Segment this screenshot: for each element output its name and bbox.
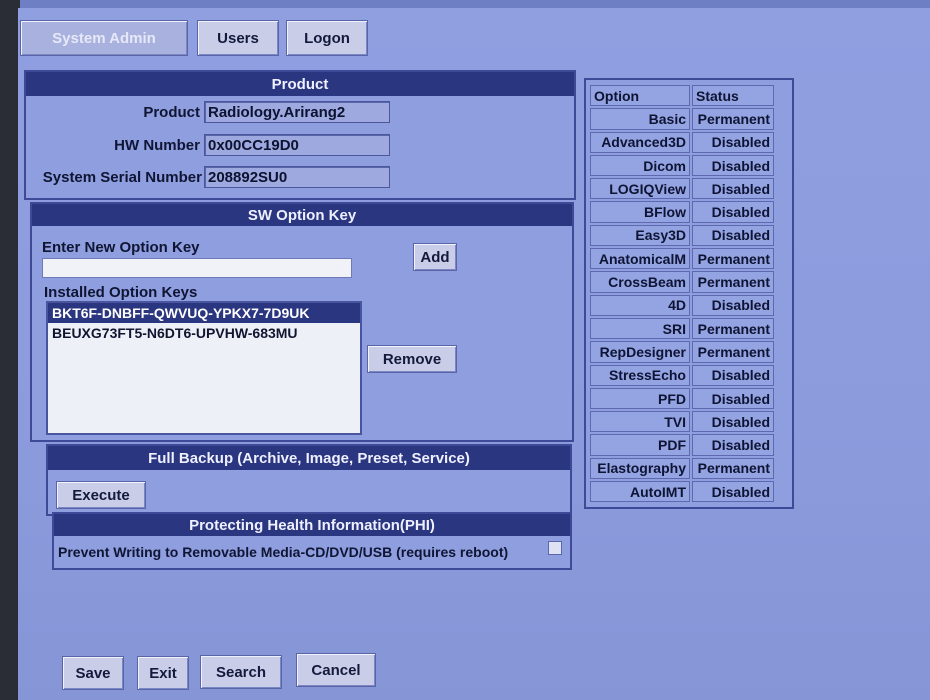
option-name-cell: PFD (590, 387, 690, 410)
table-row: AnatomicalM Permanent (589, 247, 789, 270)
option-status-cell: Disabled (692, 131, 774, 153)
execute-button[interactable]: Execute (56, 481, 146, 509)
serial-number-label: System Serial Number (42, 169, 202, 186)
tab-users[interactable]: Users (197, 20, 279, 56)
sw-option-key-title: SW Option Key (32, 204, 572, 226)
table-row: Dicom Disabled (589, 154, 789, 177)
table-row: Advanced3D Disabled (589, 131, 789, 154)
table-row: BFlow Disabled (589, 200, 789, 223)
option-status-cell: Permanent (692, 108, 774, 130)
exit-button[interactable]: Exit (137, 656, 189, 690)
option-key-input[interactable] (42, 258, 352, 278)
phi-panel: Protecting Health Information(PHI) (52, 512, 572, 570)
table-row: CrossBeam Permanent (589, 270, 789, 293)
table-row: PFD Disabled (589, 387, 789, 410)
save-button[interactable]: Save (62, 656, 124, 690)
option-name-cell: PDF (590, 434, 690, 456)
cancel-button[interactable]: Cancel (296, 653, 376, 687)
remove-button[interactable]: Remove (367, 345, 457, 373)
table-row: LOGIQView Disabled (589, 177, 789, 200)
option-rows: Basic Permanent Advanced3D Disabled Dicom Dis… (589, 107, 789, 503)
option-name-cell: AutoIMT (590, 481, 690, 503)
option-name-cell: StressEcho (590, 364, 690, 386)
list-item[interactable]: BKT6F-DNBFF-QWVUQ-YPKX7-7D9UK (48, 303, 360, 323)
table-row: TVI Disabled (589, 410, 789, 433)
option-status-cell: Disabled (692, 294, 774, 316)
tab-logon[interactable]: Logon (286, 20, 368, 56)
option-status-cell: Permanent (692, 341, 774, 363)
hw-number-label: HW Number (114, 137, 200, 154)
table-row: 4D Disabled (589, 294, 789, 317)
option-name-cell: 4D (590, 294, 690, 316)
phi-title: Protecting Health Information(PHI) (54, 514, 570, 536)
tab-system-admin[interactable]: System Admin (20, 20, 188, 56)
installed-option-keys-label: Installed Option Keys (44, 284, 198, 301)
serial-number-field: 208892SU0 (204, 166, 390, 188)
installed-keys-list[interactable]: BKT6F-DNBFF-QWVUQ-YPKX7-7D9UK BEUXG73FT5… (46, 301, 362, 435)
option-status-cell: Disabled (692, 224, 774, 247)
table-row: StressEcho Disabled (589, 364, 789, 387)
option-name-cell: BFlow (590, 201, 690, 223)
option-status-cell: Disabled (692, 387, 774, 410)
option-name-cell: Dicom (590, 154, 690, 177)
option-name-cell: CrossBeam (590, 271, 690, 293)
option-name-cell: Elastography (590, 457, 690, 480)
option-name-cell: Basic (590, 108, 690, 130)
product-title: Product (26, 72, 574, 96)
option-header: Option (590, 85, 690, 107)
option-status-cell: Disabled (692, 481, 774, 503)
prevent-writing-label: Prevent Writing to Removable Media-CD/DV… (58, 544, 509, 560)
option-status-cell: Disabled (692, 201, 774, 223)
option-name-cell: SRI (590, 317, 690, 340)
option-status-cell: Permanent (692, 317, 774, 340)
table-row: SRI Permanent (589, 317, 789, 340)
hw-number-field: 0x00CC19D0 (204, 134, 390, 156)
full-backup-title: Full Backup (Archive, Image, Preset, Ser… (48, 446, 570, 470)
option-name-cell: Advanced3D (590, 131, 690, 153)
table-row: AutoIMT Disabled (589, 480, 789, 503)
table-row: Basic Permanent (589, 107, 789, 130)
option-status-cell: Disabled (692, 411, 774, 433)
option-table-header: Option Status (589, 84, 789, 107)
option-status-cell: Disabled (692, 154, 774, 177)
option-status-cell: Disabled (692, 434, 774, 456)
option-status-table: Option Status Basic Permanent Advanced3D Di… (584, 78, 794, 510)
option-status-cell: Permanent (692, 457, 774, 480)
monitor-bezel (0, 0, 20, 700)
option-name-cell: AnatomicalM (590, 248, 690, 270)
option-name-cell: LOGIQView (590, 178, 690, 200)
product-label: Product (143, 104, 200, 121)
option-name-cell: TVI (590, 411, 690, 433)
option-status-cell: Permanent (692, 248, 774, 270)
table-row: Elastography Permanent (589, 457, 789, 480)
list-item[interactable]: BEUXG73FT5-N6DT6-UPVHW-683MU (48, 323, 360, 343)
product-field: Radiology.Arirang2 (204, 101, 390, 123)
option-name-cell: RepDesigner (590, 341, 690, 363)
prevent-writing-checkbox[interactable] (548, 541, 562, 555)
table-row: RepDesigner Permanent (589, 340, 789, 363)
option-status-cell: Permanent (692, 271, 774, 293)
option-name-cell: Easy3D (590, 224, 690, 247)
table-row: Easy3D Disabled (589, 224, 789, 247)
add-button[interactable]: Add (413, 243, 457, 271)
enter-option-key-label: Enter New Option Key (42, 239, 200, 256)
option-status-cell: Disabled (692, 364, 774, 386)
table-row: PDF Disabled (589, 433, 789, 456)
status-header: Status (692, 85, 774, 107)
search-button[interactable]: Search (200, 655, 282, 689)
option-status-cell: Disabled (692, 178, 774, 200)
